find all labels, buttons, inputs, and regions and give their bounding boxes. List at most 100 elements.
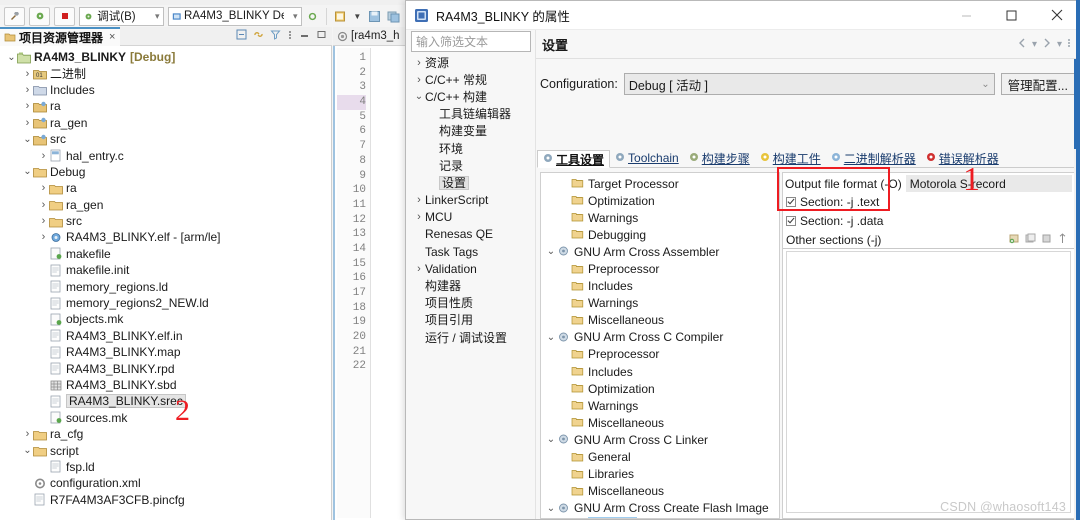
tool-tree-row[interactable]: General xyxy=(541,449,779,466)
section-checkbox-row[interactable]: Section: -j .data xyxy=(783,211,1074,230)
project-tree-row[interactable]: RA4M3_BLINKY.map xyxy=(0,344,331,360)
filter-icon[interactable] xyxy=(270,29,281,43)
chevron-right-icon[interactable]: › xyxy=(22,100,33,112)
back-menu-icon[interactable]: ▾ xyxy=(1032,39,1037,50)
maximize-icon[interactable] xyxy=(316,29,327,43)
tool-tree-row[interactable]: Preprocessor xyxy=(541,346,779,363)
chevron-right-icon[interactable]: › xyxy=(38,215,49,227)
configuration-combo[interactable]: Debug [ 活动 ] ⌄ xyxy=(623,73,995,95)
checkbox-text[interactable] xyxy=(786,196,796,207)
properties-nav-item[interactable]: 构建器 xyxy=(411,277,531,294)
tool-tree-row[interactable]: Miscellaneous xyxy=(541,312,779,329)
tool-tree-row[interactable]: Warnings xyxy=(541,295,779,312)
tool-tree-row[interactable]: Warnings xyxy=(541,209,779,226)
copy-icon[interactable] xyxy=(1025,233,1036,247)
section-checkbox-list[interactable]: Section: -j .text Section: -j .data xyxy=(783,192,1074,230)
project-tree-row[interactable]: sources.mk xyxy=(0,410,331,426)
close-icon[interactable]: × xyxy=(109,31,115,43)
launch-config-combo[interactable]: RA4M3_BLINKY Debu ▾ xyxy=(167,6,302,26)
properties-nav-tree[interactable]: › 资源 › C/C++ 常规 ⌄ C/C++ 构建 工具链编辑器 构建变量 环境 记录 设置 › Li… xyxy=(411,54,531,517)
chevron-down-icon[interactable]: ⌄ xyxy=(545,246,557,257)
tab-binary-parsers[interactable]: 二进制解析器 xyxy=(826,149,921,167)
tool-tree-row[interactable]: ⌄ GNU Arm Cross Assembler xyxy=(541,243,779,260)
project-tree-row[interactable]: › 01 二进制 xyxy=(0,65,331,81)
project-tree-row[interactable]: RA4M3_BLINKY.sbd xyxy=(0,377,331,393)
tool-settings-tree[interactable]: Target Processor Optimization Warnings Debu… xyxy=(540,172,780,519)
project-tree-row[interactable]: memory_regions2_NEW.ld xyxy=(0,295,331,311)
properties-nav-item[interactable]: 项目引用 xyxy=(411,312,531,329)
close-button[interactable] xyxy=(1034,1,1079,30)
launch-settings-gear-icon[interactable] xyxy=(306,11,320,22)
move-icon[interactable] xyxy=(1057,232,1068,247)
tool-tree-row[interactable]: ⌄ GNU Arm Cross Create Flash Image xyxy=(541,500,779,517)
project-tree-row[interactable]: RA4M3_BLINKY.srec xyxy=(0,393,331,409)
build-hammer-button[interactable] xyxy=(4,6,26,26)
project-tree-row[interactable]: configuration.xml xyxy=(0,475,331,491)
properties-nav-item[interactable]: › MCU xyxy=(411,209,531,226)
chevron-right-icon[interactable]: › xyxy=(38,199,49,211)
filter-input[interactable]: 输入筛选文本 xyxy=(411,31,531,52)
chevron-right-icon[interactable]: › xyxy=(22,84,33,96)
tool-tree-row[interactable]: Miscellaneous xyxy=(541,483,779,500)
view-menu-icon[interactable] xyxy=(287,29,293,43)
chevron-right-icon[interactable]: › xyxy=(22,428,33,440)
save-icon[interactable] xyxy=(367,10,382,23)
project-tree-row[interactable]: › Includes xyxy=(0,82,331,98)
stop-button[interactable] xyxy=(54,6,76,26)
chevron-right-icon[interactable]: › xyxy=(22,68,33,80)
project-tree-row[interactable]: ⌄ Debug xyxy=(0,164,331,180)
settings-tabs[interactable]: 工具设置 Toolchain 构建步骤 构建工件 二进制解析器 错误解析器 xyxy=(537,150,1079,168)
project-tree-row[interactable]: memory_regions.ld xyxy=(0,278,331,294)
minimize-icon[interactable] xyxy=(299,29,310,43)
save-all-icon[interactable] xyxy=(386,10,401,23)
chevron-right-icon[interactable]: › xyxy=(38,150,49,162)
chevron-down-icon[interactable]: ⌄ xyxy=(6,52,17,63)
chevron-right-icon[interactable]: › xyxy=(413,211,425,223)
properties-nav-item[interactable]: › C/C++ 常规 xyxy=(411,71,531,88)
tool-tree-row[interactable]: Target Processor xyxy=(541,175,779,192)
project-tree-row[interactable]: R7FA4M3AF3CFB.pincfg xyxy=(0,492,331,508)
minimize-button[interactable] xyxy=(944,1,989,30)
tool-tree-row[interactable]: Miscellaneous xyxy=(541,414,779,431)
chevron-right-icon[interactable]: › xyxy=(413,57,425,69)
properties-nav-item[interactable]: Renesas QE xyxy=(411,226,531,243)
section-checkbox-row[interactable]: Section: -j .text xyxy=(783,192,1074,211)
project-tree-row[interactable]: makefile.init xyxy=(0,262,331,278)
tab-toolchain[interactable]: Toolchain xyxy=(610,149,684,167)
chevron-down-icon[interactable]: ⌄ xyxy=(22,445,33,456)
project-tree-row[interactable]: › ra_gen xyxy=(0,115,331,131)
project-tree-row[interactable]: RA4M3_BLINKY.elf.in xyxy=(0,328,331,344)
debug-button[interactable] xyxy=(29,6,51,26)
project-tree-row[interactable]: › ra xyxy=(0,98,331,114)
tool-tree-row[interactable]: Warnings xyxy=(541,397,779,414)
checkbox-data[interactable] xyxy=(786,215,796,226)
properties-nav-item[interactable]: ⌄ C/C++ 构建 xyxy=(411,88,531,105)
forward-menu-icon[interactable]: ▾ xyxy=(1057,39,1062,50)
tool-tree-row[interactable]: Preprocessor xyxy=(541,260,779,277)
project-tree-row[interactable]: ⌄ RA4M3_BLINKY [Debug] xyxy=(0,49,331,65)
properties-nav-item[interactable]: 工具链编辑器 xyxy=(411,106,531,123)
link-editor-icon[interactable] xyxy=(253,29,264,43)
other-sections-list[interactable] xyxy=(786,251,1071,513)
manage-configurations-button[interactable]: 管理配置... xyxy=(1000,73,1075,95)
project-tree-row[interactable]: makefile xyxy=(0,246,331,262)
chevron-down-icon[interactable]: ⌄ xyxy=(413,91,425,102)
collapse-all-icon[interactable] xyxy=(236,29,247,43)
tool-tree-row[interactable]: Includes xyxy=(541,363,779,380)
properties-nav-item[interactable]: 构建变量 xyxy=(411,123,531,140)
properties-nav-item[interactable]: Task Tags xyxy=(411,243,531,260)
chevron-down-icon[interactable]: ⌄ xyxy=(22,166,33,177)
editor-area[interactable]: 1 2 3 4 5 6 7 8 9 10 11 12 13 14 15 16 17 18 19 20 21 22 xyxy=(333,46,410,520)
new-file-icon[interactable] xyxy=(333,10,348,23)
new-file-dropdown-icon[interactable]: ▼ xyxy=(352,12,363,21)
properties-nav-item[interactable]: › Validation xyxy=(411,260,531,277)
chevron-right-icon[interactable]: › xyxy=(22,117,33,129)
tab-project-explorer[interactable]: 项目资源管理器 × xyxy=(0,26,121,46)
project-tree-row[interactable]: › RA4M3_BLINKY.elf - [arm/le] xyxy=(0,229,331,245)
output-format-combo[interactable]: Motorola S-record xyxy=(905,175,1072,192)
delete-icon[interactable] xyxy=(1041,233,1052,247)
view-menu-icon[interactable] xyxy=(1067,38,1071,51)
project-explorer-tree[interactable]: ⌄ RA4M3_BLINKY [Debug] › 01 二进制 › Includes › ra › r… xyxy=(0,46,332,520)
project-tree-row[interactable]: ⌄ script xyxy=(0,442,331,458)
project-tree-row[interactable]: › ra xyxy=(0,180,331,196)
